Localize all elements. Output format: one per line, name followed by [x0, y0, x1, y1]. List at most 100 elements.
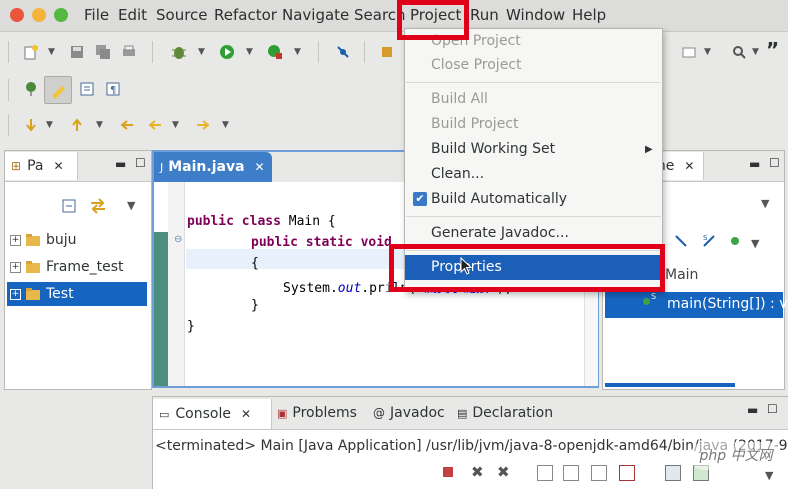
chevron-down-icon[interactable]: ▼	[172, 120, 179, 130]
chevron-down-icon[interactable]: ▼	[752, 47, 759, 57]
terminate-icon[interactable]	[443, 467, 453, 477]
chevron-down-icon[interactable]: ▼	[198, 47, 205, 57]
show-whitespace-icon[interactable]: ¶	[104, 80, 122, 98]
menu-help[interactable]: Help	[572, 6, 606, 24]
menu-project[interactable]: Project	[410, 6, 461, 24]
open-type-icon[interactable]	[680, 43, 698, 61]
menu-run[interactable]: Run	[470, 6, 499, 24]
checkbox-checked-icon[interactable]: ✔	[413, 192, 427, 206]
tab-main-java[interactable]: J Main.java ✕	[154, 152, 272, 182]
mark-occurrences-button[interactable]	[44, 76, 72, 104]
menu-item-generate-javadoc[interactable]: Generate Javadoc...	[405, 221, 662, 246]
chevron-down-icon[interactable]: ▼	[704, 47, 711, 57]
menu-item-build-automatically[interactable]: ✔ Build Automatically	[405, 187, 662, 212]
menu-edit[interactable]: Edit	[118, 6, 147, 24]
close-icon[interactable]: ✕	[53, 159, 63, 173]
scroll-lock-icon[interactable]	[537, 465, 553, 481]
list-item[interactable]: + Frame_test	[7, 255, 147, 279]
menu-item-close-project[interactable]: Close Project	[405, 53, 662, 78]
list-item[interactable]: + buju	[7, 228, 147, 252]
tab-javadoc-label: Javadoc	[390, 405, 445, 421]
tab-console[interactable]: ▭ Console ✕	[153, 399, 272, 429]
save-icon[interactable]	[68, 43, 86, 61]
hide-non-public-icon[interactable]	[731, 237, 739, 245]
hide-fields-icon[interactable]	[673, 233, 689, 253]
menu-file[interactable]: File	[84, 6, 109, 24]
maximize-view-icon[interactable]: ☐	[767, 402, 778, 416]
menu-navigate[interactable]: Navigate	[282, 6, 349, 24]
minimize-view-icon[interactable]: ▬	[749, 157, 760, 171]
menu-source[interactable]: Source	[156, 6, 208, 24]
maximize-view-icon[interactable]: ☐	[769, 156, 780, 170]
menu-item-clean[interactable]: Clean...	[405, 162, 662, 187]
menu-item-build-working-set[interactable]: Build Working Set ▶	[405, 137, 662, 162]
maximize-window-button[interactable]	[54, 8, 68, 22]
remove-all-icon[interactable]: ✖	[497, 463, 510, 481]
link-with-editor-icon[interactable]	[89, 197, 107, 219]
list-item[interactable]: S main(String[]) : v	[605, 292, 788, 318]
tab-javadoc[interactable]: @ Javadoc	[373, 399, 445, 427]
problems-icon: ▣	[277, 406, 288, 420]
tab-declaration[interactable]: ▤ Declaration	[457, 399, 553, 427]
toggle-breadcrumb-icon[interactable]	[22, 80, 40, 98]
print-icon[interactable]	[120, 43, 138, 61]
menu-item-build-project[interactable]: Build Project	[405, 112, 662, 137]
minimize-view-icon[interactable]: ▬	[115, 157, 126, 171]
remove-launch-icon[interactable]: ✖	[471, 463, 484, 481]
code-line[interactable]: {	[251, 256, 259, 271]
menu-refactor[interactable]: Refactor	[214, 6, 277, 24]
expand-icon[interactable]: +	[10, 288, 21, 300]
forward-icon[interactable]	[194, 116, 212, 134]
view-menu-chevron-icon[interactable]: ▼	[761, 197, 769, 210]
debug-icon[interactable]	[170, 43, 188, 61]
close-window-button[interactable]	[10, 8, 24, 22]
hide-static-icon[interactable]: S	[701, 233, 717, 253]
block-selection-icon[interactable]	[78, 80, 96, 98]
close-icon[interactable]: ✕	[255, 160, 265, 174]
next-annotation-icon[interactable]	[22, 116, 40, 134]
run-icon[interactable]	[218, 43, 236, 61]
close-icon[interactable]: ✕	[241, 407, 251, 421]
back-icon[interactable]	[146, 116, 164, 134]
view-menu-chevron-icon[interactable]: ▼	[127, 199, 135, 212]
previous-annotation-icon[interactable]	[68, 116, 86, 134]
code-line[interactable]: public class Main {	[187, 214, 336, 229]
chevron-down-icon[interactable]: ▼	[222, 120, 229, 130]
pin-console-icon[interactable]	[665, 465, 681, 481]
show-on-output-icon[interactable]	[563, 465, 579, 481]
list-item[interactable]: + Test	[7, 282, 147, 306]
skip-breakpoints-icon[interactable]	[334, 43, 352, 61]
run-last-tool-icon[interactable]	[266, 43, 284, 61]
collapse-icon[interactable]: ⊖	[174, 234, 182, 245]
minimize-view-icon[interactable]: ▬	[747, 403, 758, 417]
show-on-error-icon[interactable]	[591, 465, 607, 481]
expand-icon[interactable]: +	[10, 234, 21, 246]
minimize-window-button[interactable]	[32, 8, 46, 22]
chevron-down-icon[interactable]: ▼	[246, 47, 253, 57]
chevron-down-icon[interactable]: ▼	[96, 120, 103, 130]
chevron-down-icon[interactable]: ▼	[751, 237, 759, 250]
chevron-down-icon[interactable]: ▼	[294, 47, 301, 57]
close-icon[interactable]: ✕	[684, 159, 694, 173]
tab-package-explorer[interactable]: ⊞ Pa ✕	[5, 152, 78, 180]
menu-window[interactable]: Window	[506, 6, 565, 24]
chevron-down-icon[interactable]: ▼	[48, 47, 55, 57]
save-all-icon[interactable]	[94, 43, 112, 61]
search-icon[interactable]	[730, 43, 748, 61]
expand-icon[interactable]: +	[10, 261, 21, 273]
clear-console-icon[interactable]	[619, 465, 635, 481]
horizontal-scrollbar[interactable]	[605, 383, 735, 387]
chevron-down-icon[interactable]: ▼	[765, 469, 773, 482]
last-edit-location-icon[interactable]	[118, 116, 136, 134]
new-java-project-icon[interactable]	[378, 43, 396, 61]
code-line[interactable]: }	[187, 319, 195, 334]
toolbar-overflow-icon[interactable]: ”	[766, 38, 779, 62]
chevron-down-icon[interactable]: ▼	[46, 120, 53, 130]
menu-item-build-all[interactable]: Build All	[405, 87, 662, 112]
code-line[interactable]: public static void	[251, 235, 392, 250]
collapse-all-icon[interactable]	[61, 198, 77, 218]
code-line[interactable]: }	[251, 298, 259, 313]
new-file-icon[interactable]	[22, 43, 40, 61]
maximize-view-icon[interactable]: ☐	[135, 156, 146, 170]
tab-problems[interactable]: ▣ Problems	[277, 399, 357, 427]
